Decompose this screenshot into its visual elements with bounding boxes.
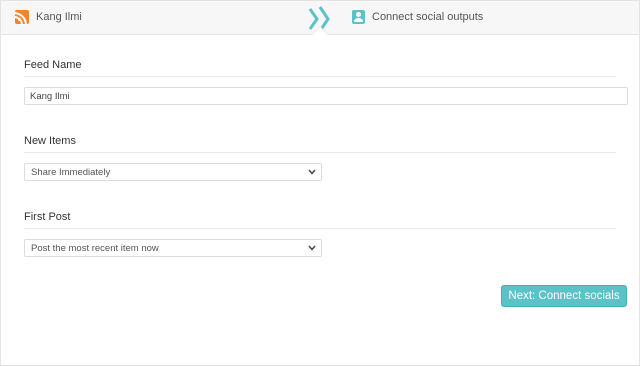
first-post-selected: Post the most recent item now xyxy=(31,242,159,254)
step-social-label: Connect social outputs xyxy=(372,11,484,23)
divider xyxy=(24,152,616,153)
next-connect-socials-button[interactable]: Next: Connect socials xyxy=(501,285,627,307)
first-post-select[interactable]: Post the most recent item now xyxy=(24,239,322,257)
rss-icon xyxy=(14,10,29,25)
new-items-selected: Share Immediately xyxy=(31,166,111,178)
new-items-label: New Items xyxy=(24,135,76,147)
divider xyxy=(24,76,616,77)
new-items-select[interactable]: Share Immediately xyxy=(24,163,322,181)
step-feed[interactable]: Kang Ilmi xyxy=(14,9,82,25)
step-connect-social[interactable]: Connect social outputs xyxy=(352,9,483,25)
user-icon xyxy=(352,10,365,24)
divider xyxy=(24,228,616,229)
feed-name-label: Feed Name xyxy=(24,59,82,71)
step-pointer xyxy=(312,27,328,35)
chevron-down-icon xyxy=(308,245,316,251)
first-post-label: First Post xyxy=(24,211,71,223)
step-feed-label: Kang Ilmi xyxy=(36,11,82,23)
chevron-down-icon xyxy=(308,169,316,175)
feed-setup-panel: Kang Ilmi Connect social outputs Feed Na… xyxy=(0,0,640,366)
feed-name-input[interactable] xyxy=(24,87,628,105)
